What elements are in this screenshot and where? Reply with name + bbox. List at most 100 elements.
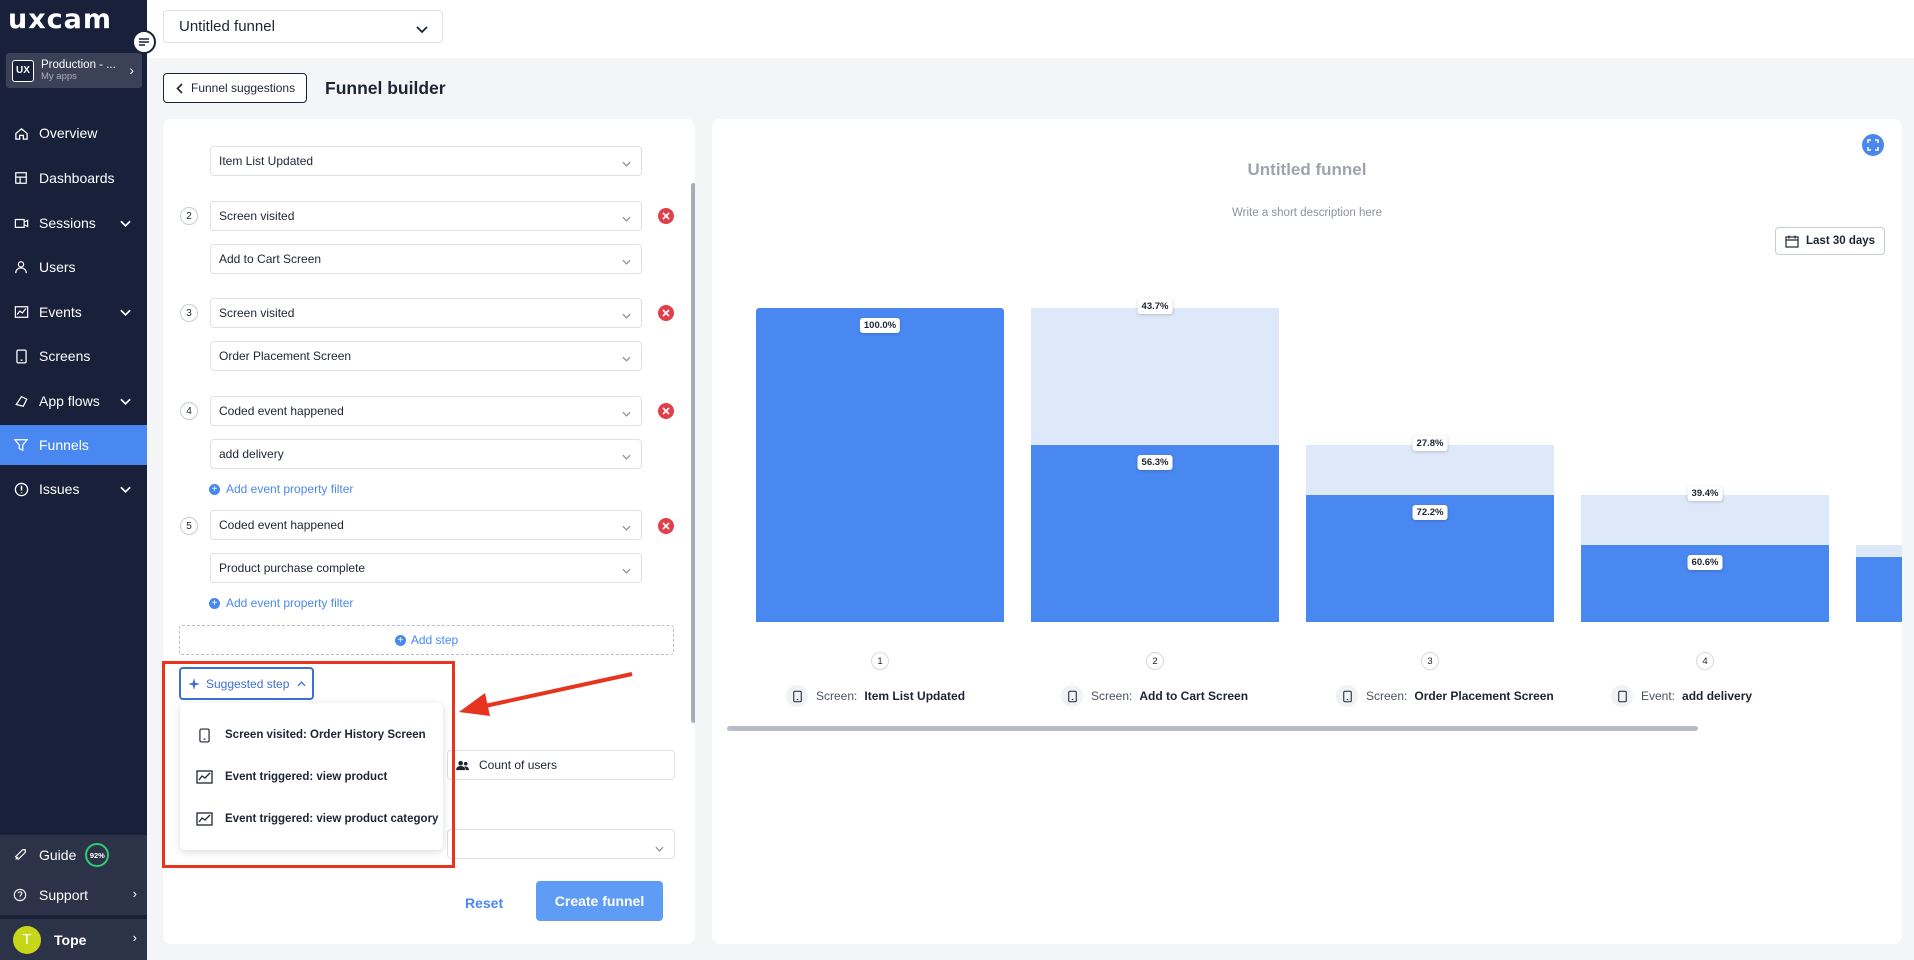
nav-dashboards[interactable]: Dashboards bbox=[0, 158, 147, 198]
select-value: Item List Updated bbox=[219, 154, 314, 168]
funnel-dropoff-bar[interactable] bbox=[1581, 494, 1829, 545]
chevron-down-icon bbox=[120, 215, 131, 231]
step-caption[interactable]: Event: add delivery bbox=[1611, 685, 1752, 707]
step-number: 2 bbox=[180, 207, 198, 225]
sessions-icon bbox=[13, 215, 29, 231]
count-of-users-select[interactable]: Count of users bbox=[447, 750, 675, 780]
menu-lines-icon bbox=[139, 38, 149, 46]
nav-funnels[interactable]: Funnels bbox=[0, 425, 147, 465]
step-caption[interactable]: Screen: Item List Updated bbox=[786, 685, 965, 707]
step-number: 4 bbox=[180, 402, 198, 420]
reset-button[interactable]: Reset bbox=[465, 895, 503, 911]
dropoff-label: 43.7% bbox=[1137, 299, 1173, 314]
nav-label: Screens bbox=[39, 348, 91, 364]
step3-type-select[interactable]: Screen visited bbox=[210, 298, 642, 328]
funnel-conversion-bar[interactable] bbox=[756, 308, 1004, 622]
remove-step-button[interactable] bbox=[658, 403, 674, 419]
add-step-button[interactable]: + Add step bbox=[179, 625, 674, 655]
guide-label: Guide bbox=[39, 847, 77, 863]
suggestion-label: Screen visited: Order History Screen bbox=[225, 729, 426, 741]
plus-icon: + bbox=[394, 634, 406, 646]
step-caption[interactable]: Screen: Order Placement Screen bbox=[1336, 685, 1554, 707]
dashboard-icon bbox=[13, 170, 29, 186]
conversion-label: 56.3% bbox=[1137, 455, 1173, 471]
step4-type-select[interactable]: Coded event happened bbox=[210, 396, 642, 426]
chevron-down-icon bbox=[622, 308, 631, 322]
support-button[interactable]: Support › bbox=[0, 875, 147, 915]
remove-step-button[interactable] bbox=[658, 518, 674, 534]
nav-issues[interactable]: Issues bbox=[0, 469, 147, 509]
chart-horizontal-scrollbar[interactable] bbox=[727, 726, 1698, 731]
nav-label: Overview bbox=[39, 125, 98, 141]
collapse-sidebar-button[interactable] bbox=[132, 30, 156, 54]
support-label: Support bbox=[39, 887, 89, 903]
step2-type-select[interactable]: Screen visited bbox=[210, 201, 642, 231]
app-switcher[interactable]: UX Production - ... My apps › bbox=[6, 53, 142, 88]
chevron-up-icon bbox=[297, 680, 306, 687]
select-value: Coded event happened bbox=[219, 518, 344, 532]
nav-label: Sessions bbox=[39, 215, 96, 231]
create-funnel-button[interactable]: Create funnel bbox=[536, 881, 663, 921]
nav-label: Funnels bbox=[39, 437, 89, 453]
nav-users[interactable]: Users bbox=[0, 247, 147, 287]
nav-overview[interactable]: Overview bbox=[0, 113, 147, 153]
suggestion-label: Event triggered: view product category bbox=[225, 813, 439, 825]
step4-value-select[interactable]: add delivery bbox=[210, 439, 642, 469]
back-to-suggestions-button[interactable]: Funnel suggestions bbox=[163, 73, 307, 103]
close-icon bbox=[662, 407, 670, 415]
funnel-conversion-bar[interactable] bbox=[1031, 445, 1279, 622]
chevron-down-icon bbox=[622, 211, 631, 225]
nav-events[interactable]: Events bbox=[0, 292, 147, 332]
suggestion-item[interactable]: Event triggered: view product bbox=[180, 757, 443, 797]
step3-value-select[interactable]: Order Placement Screen bbox=[210, 341, 642, 371]
remove-step-button[interactable] bbox=[658, 208, 674, 224]
step1-value-select[interactable]: Item List Updated bbox=[210, 146, 642, 176]
sparkle-icon bbox=[188, 677, 200, 690]
step-caption[interactable]: Screen: Add to Cart Screen bbox=[1061, 685, 1248, 707]
step-caption-type: Event: bbox=[1641, 689, 1676, 703]
add-event-property-filter[interactable]: + Add event property filter bbox=[209, 596, 353, 610]
funnel-dropoff-bar[interactable] bbox=[1306, 445, 1554, 495]
add-event-property-filter[interactable]: + Add event property filter bbox=[209, 482, 353, 496]
chevron-down-icon bbox=[120, 481, 131, 497]
chevron-down-icon bbox=[622, 449, 631, 463]
select-value: Add to Cart Screen bbox=[219, 252, 322, 266]
suggestion-item[interactable]: Screen visited: Order History Screen bbox=[180, 715, 443, 755]
close-icon bbox=[662, 212, 670, 220]
metric-select[interactable] bbox=[447, 829, 675, 859]
chevron-down-icon bbox=[120, 304, 131, 320]
back-label: Funnel suggestions bbox=[191, 81, 296, 95]
count-of-users-label: Count of users bbox=[479, 758, 558, 772]
nav-sessions[interactable]: Sessions bbox=[0, 203, 147, 243]
funnel-selector[interactable]: Untitled funnel bbox=[163, 10, 443, 43]
step5-type-select[interactable]: Coded event happened bbox=[210, 510, 642, 540]
chevron-down-icon bbox=[416, 21, 428, 38]
page-title: Funnel builder bbox=[325, 78, 446, 98]
plus-icon: + bbox=[209, 597, 220, 609]
select-value: Screen visited bbox=[219, 306, 295, 320]
rocket-icon bbox=[13, 848, 29, 862]
remove-step-button[interactable] bbox=[658, 305, 674, 321]
step5-value-select[interactable]: Product purchase complete bbox=[210, 553, 642, 583]
suggestion-item[interactable]: Event triggered: view product category bbox=[180, 799, 443, 839]
user-menu[interactable]: T Tope › bbox=[0, 919, 147, 960]
builder-scrollbar[interactable] bbox=[691, 183, 695, 723]
chevron-down-icon bbox=[622, 520, 631, 534]
step-caption-name: Add to Cart Screen bbox=[1139, 689, 1249, 703]
suggested-step-button[interactable]: Suggested step bbox=[179, 667, 314, 700]
guide-button[interactable]: Guide 92% bbox=[0, 835, 147, 875]
chevron-down-icon bbox=[622, 254, 631, 268]
suggested-step-menu: Screen visited: Order History Screen Eve… bbox=[180, 703, 443, 850]
step2-value-select[interactable]: Add to Cart Screen bbox=[210, 244, 642, 274]
select-value: Order Placement Screen bbox=[219, 349, 352, 363]
funnel-dropoff-bar[interactable] bbox=[1031, 308, 1279, 446]
chevron-down-icon bbox=[655, 839, 664, 857]
event-icon bbox=[1611, 685, 1633, 707]
nav-app-flows[interactable]: App flows bbox=[0, 381, 147, 421]
uxcam-logo[interactable]: uxcam bbox=[8, 4, 112, 35]
nav-screens[interactable]: Screens bbox=[0, 336, 147, 376]
step-caption-type: Screen: bbox=[1366, 689, 1408, 703]
app-badge: UX bbox=[12, 59, 34, 82]
guide-progress: 92% bbox=[85, 843, 110, 867]
step-index-badge: 1 bbox=[871, 652, 889, 670]
